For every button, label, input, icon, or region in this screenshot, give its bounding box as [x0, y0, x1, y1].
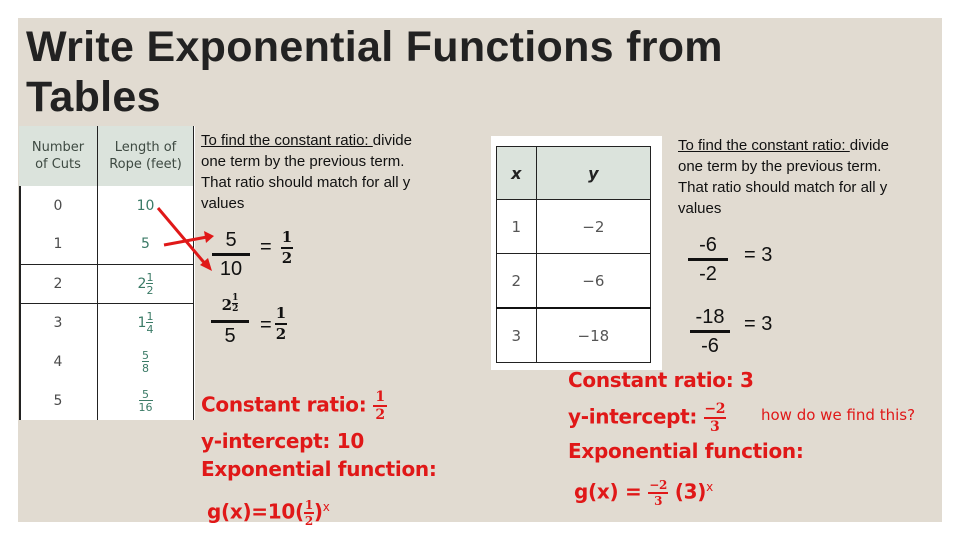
numerator: −2	[649, 478, 667, 493]
fraction: −2 3	[703, 401, 726, 435]
cell-x: 3	[496, 307, 537, 363]
ratio-result-1: = 3	[744, 244, 773, 266]
header-y: y	[535, 146, 652, 200]
instruction-line: values	[678, 200, 722, 217]
right-instructions: To find the constant ratio: divide one t…	[678, 135, 948, 219]
header-x: x	[496, 146, 537, 200]
ratio-result-2: = 3	[744, 313, 773, 335]
table-row: 3 −18	[496, 307, 652, 363]
instruction-underlined: To find the constant ratio:	[678, 137, 850, 154]
function-text: g(x)=10(	[207, 499, 304, 524]
instruction-line: To find the constant ratio: divide	[678, 135, 948, 156]
ratio-fraction-2: -18 -6	[686, 305, 734, 358]
function-text: )	[313, 499, 323, 524]
function-text: (3)	[668, 479, 707, 504]
instruction-line: That ratio should match for all y	[678, 179, 888, 196]
numerator: -18	[695, 306, 725, 328]
arrow-10-to-denominator	[156, 207, 212, 271]
fraction: 12	[303, 498, 314, 529]
cell-y: −2	[535, 199, 652, 254]
label: y-intercept:	[568, 404, 704, 429]
numerator: -6	[699, 234, 717, 256]
annotation-arrows	[156, 207, 214, 271]
cell-y: −6	[535, 253, 652, 309]
label: Constant ratio:	[201, 392, 374, 417]
denominator: 2	[304, 514, 313, 529]
right-function: g(x) = −2 3 (3)x	[574, 474, 713, 507]
denominator: -2	[699, 263, 717, 285]
table-row: 2 −6	[496, 253, 652, 309]
numerator: −2	[704, 401, 726, 417]
exponent: x	[322, 500, 330, 514]
instruction-text: divide	[849, 137, 889, 154]
fraction: −2 3	[648, 478, 669, 509]
denominator: 3	[710, 419, 720, 435]
instruction-line: one term by the previous term.	[678, 158, 882, 175]
hint-text: how do we find this?	[761, 406, 916, 424]
table-header-row: x y	[496, 146, 652, 200]
exponent: x	[706, 480, 713, 494]
xy-table-panel: x y 1 −2 2 −6 3 −18	[491, 136, 662, 370]
right-function-label: Exponential function:	[568, 439, 804, 463]
denominator: -6	[701, 335, 719, 357]
right-constant-ratio: Constant ratio: 3	[568, 368, 754, 392]
denominator: 3	[654, 494, 663, 509]
left-constant-ratio: Constant ratio: 12	[201, 389, 388, 423]
cell-x: 2	[496, 253, 537, 309]
left-y-intercept: y-intercept: 10	[201, 429, 365, 453]
right-y-intercept: y-intercept: −2 3	[568, 402, 726, 434]
numerator: 1	[375, 389, 385, 405]
left-function-label: Exponential function:	[201, 457, 437, 481]
fraction: 12	[373, 389, 388, 423]
function-text: g(x) =	[574, 479, 649, 504]
table-row: 1 −2	[496, 199, 652, 254]
fraction-bar	[688, 258, 728, 261]
fraction-bar	[690, 330, 730, 333]
cell-x: 1	[496, 199, 537, 254]
cell-y: −18	[535, 307, 652, 363]
denominator: 2	[375, 407, 385, 423]
left-function: g(x)=10(1 2)x	[207, 494, 330, 527]
ratio-fraction-1: -6 -2	[686, 233, 730, 286]
xy-table: x y 1 −2 2 −6 3 −18	[496, 146, 652, 363]
numerator: 1	[304, 498, 313, 513]
